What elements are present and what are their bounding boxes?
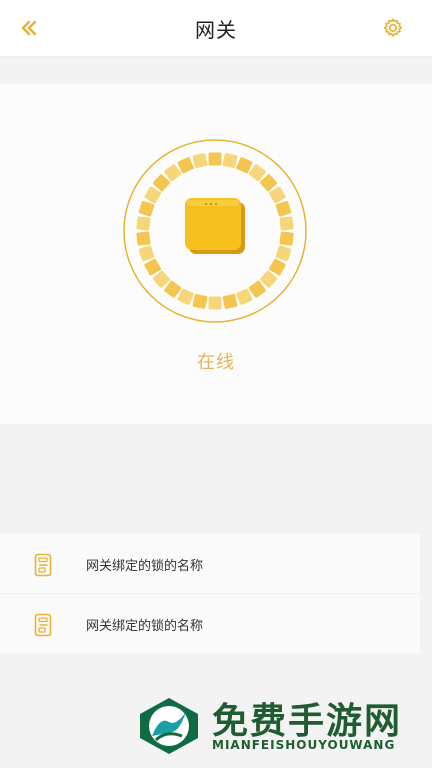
door-lock-icon [34,613,52,637]
ring-block [236,288,253,305]
watermark-logo [140,698,198,754]
ring-block [192,153,208,169]
ring-block [236,157,253,174]
ring-block [275,245,292,262]
ring-block [208,296,222,310]
gateway-status-card: 在线 [0,84,432,424]
watermark: 免费手游网 MIANFEISHOUYOUWANG [136,690,426,762]
lock-name: 网关绑定的锁的名称 [86,619,204,634]
ring-block [136,216,151,231]
page-title: 网关 [195,18,237,42]
ring-block [279,231,294,246]
app-header: 网关 [0,0,432,57]
lock-list-item[interactable]: 网关绑定的锁的名称 [0,594,420,654]
ring-block [177,288,194,305]
door-lock-icon [34,553,52,577]
ring-block [222,153,238,169]
online-status-text: 在线 [197,352,235,373]
ring-block [177,157,194,174]
ring-block [138,200,155,217]
lock-name: 网关绑定的锁的名称 [86,559,204,574]
bound-lock-list: 网关绑定的锁的名称 网关绑定的锁的名称 [0,534,420,654]
ring-block [222,293,238,309]
ring-block [279,216,294,231]
watermark-title: 免费手游网 [212,700,403,742]
ring-block [275,200,292,217]
ring-block [138,245,155,262]
gateway-status-visual [123,139,307,323]
ring-block [208,152,222,166]
gear-icon [383,18,403,37]
watermark-subtitle: MIANFEISHOUYOUWANG [212,738,396,752]
ring-block [136,231,151,246]
ring-block [192,293,208,309]
lock-list-item[interactable]: 网关绑定的锁的名称 [0,534,420,594]
settings-button[interactable] [380,15,406,41]
gateway-device-icon [185,198,245,254]
